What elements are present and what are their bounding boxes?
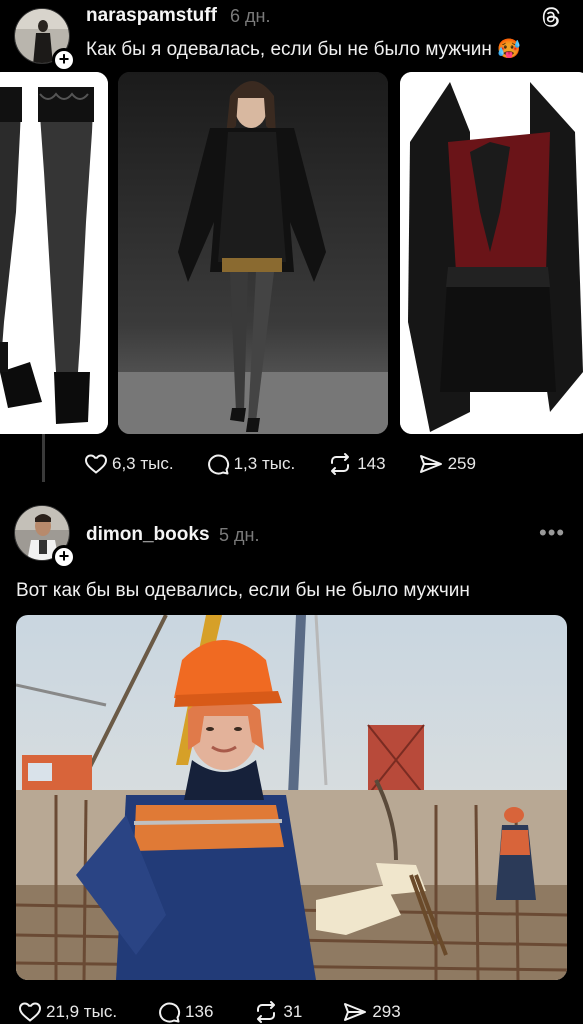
repost-button[interactable]: 31 [253, 1000, 302, 1024]
repost-count: 31 [283, 1002, 303, 1021]
post-time: 6 дн. [230, 6, 271, 26]
like-count: 6,3 тыс. [112, 454, 174, 473]
post-caption: Вот как бы вы одевались, если бы не было… [16, 580, 470, 601]
share-icon [344, 1003, 367, 1021]
share-button[interactable]: 259 [418, 452, 476, 476]
username[interactable]: naraspamstuff [86, 5, 217, 27]
share-icon [419, 455, 442, 473]
post-dimon-books: + dimon_books 5 дн. ••• Вот как бы вы од… [0, 500, 583, 1024]
avatar-dimon-books[interactable]: + [14, 505, 76, 569]
comment-button[interactable]: 1,3 тыс. [206, 452, 296, 476]
image-carousel[interactable] [0, 72, 583, 434]
follow-plus-icon[interactable]: + [52, 545, 76, 569]
comment-icon [207, 454, 229, 475]
stockings-image[interactable] [0, 72, 108, 434]
avatar-naraspamstuff[interactable]: + [14, 8, 76, 72]
like-button[interactable]: 21,9 тыс. [18, 1000, 117, 1024]
repost-icon [257, 1001, 276, 1023]
comment-count: 136 [185, 1002, 214, 1021]
corset-outfit-image[interactable] [400, 72, 583, 434]
more-icon[interactable]: ••• [539, 520, 565, 546]
comment-icon [159, 1002, 181, 1023]
repost-count: 143 [357, 454, 386, 473]
share-button[interactable]: 293 [342, 1000, 401, 1024]
post-time: 5 дн. [219, 525, 260, 545]
post-actions: 21,9 тыс. 136 31 293 [18, 1000, 433, 1024]
heart-icon [18, 1002, 42, 1022]
repost-icon [331, 453, 350, 475]
like-count: 21,9 тыс. [46, 1002, 118, 1021]
post-caption: Как бы я одевалась, если бы не было мужч… [86, 39, 521, 60]
like-button[interactable]: 6,3 тыс. [84, 452, 174, 476]
share-count: 259 [447, 454, 476, 473]
comment-button[interactable]: 136 [157, 1000, 213, 1024]
follow-plus-icon[interactable]: + [52, 48, 76, 72]
share-count: 293 [372, 1002, 401, 1021]
repost-button[interactable]: 143 [327, 452, 386, 476]
post-naraspamstuff: + naraspamstuff 6 дн. Как бы я одевалась… [0, 0, 583, 500]
threads-icon[interactable] [539, 6, 561, 28]
runway-model-image[interactable] [118, 72, 388, 434]
username[interactable]: dimon_books [86, 524, 210, 546]
post-actions: 6,3 тыс. 1,3 тыс. 143 259 [84, 452, 508, 476]
heart-icon [84, 454, 108, 474]
construction-worker-image[interactable] [16, 615, 567, 980]
comment-count: 1,3 тыс. [233, 454, 296, 473]
